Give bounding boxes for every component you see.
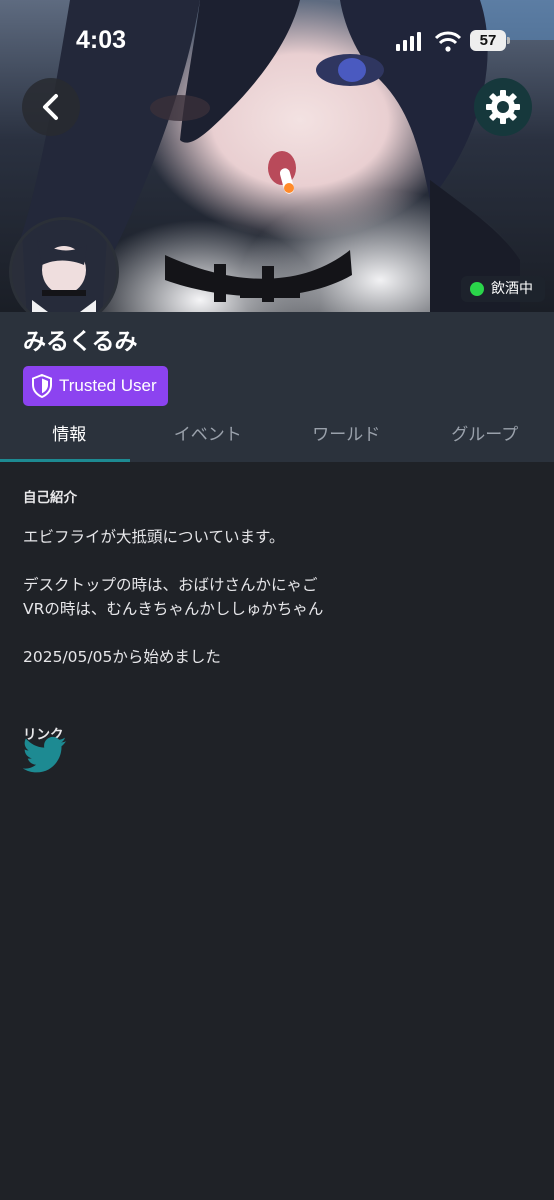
- bio-line: デスクトップの時は、おばけさんかにゃご: [23, 576, 318, 594]
- bio-line: エビフライが大抵頭についています。: [23, 528, 285, 546]
- bio-line: [23, 621, 533, 645]
- tab-groups[interactable]: グループ: [416, 416, 554, 462]
- shield-icon: [32, 374, 52, 398]
- tab-events[interactable]: イベント: [139, 416, 278, 462]
- tab-worlds[interactable]: ワールド: [277, 416, 416, 462]
- gear-icon: [486, 90, 520, 124]
- battery-cap: [507, 37, 510, 44]
- links-title: リンク: [23, 727, 64, 743]
- bio-title: 自己紹介: [23, 490, 77, 506]
- profile-tabs: 情報 イベント ワールド グループ: [0, 416, 554, 462]
- settings-button[interactable]: [474, 78, 532, 136]
- back-button[interactable]: [22, 78, 80, 136]
- avatar[interactable]: [9, 217, 119, 327]
- chevron-left-icon: [43, 94, 58, 120]
- tab-info[interactable]: 情報: [0, 416, 139, 462]
- user-status-text: 飲酒中: [491, 281, 533, 297]
- trust-rank-badge: Trusted User: [23, 366, 168, 406]
- signal-wifi-icon: [396, 31, 462, 52]
- battery-indicator: 57: [470, 30, 506, 51]
- profile-header: みるくるみ Trusted User 情報 イベント ワールド グループ: [0, 312, 554, 462]
- status-time: 4:03: [76, 26, 127, 54]
- system-status-bar: 4:03 57: [0, 0, 554, 80]
- avatar-image: [22, 220, 107, 324]
- bio-line: VRの時は、むんきちゃんかししゅかちゃん: [23, 600, 324, 618]
- user-status-pill: 飲酒中: [461, 276, 545, 302]
- bio-line: 2025/05/05から始めました: [23, 648, 221, 666]
- bio-line: [23, 549, 533, 573]
- status-dot-icon: [470, 282, 484, 296]
- bio-text: エビフライが大抵頭についています。 デスクトップの時は、おばけさんかにゃご VR…: [23, 525, 533, 669]
- info-panel: 自己紹介 エビフライが大抵頭についています。 デスクトップの時は、おばけさんかに…: [23, 486, 533, 743]
- trust-rank-label: Trusted User: [59, 376, 157, 395]
- twitter-icon[interactable]: [23, 736, 67, 774]
- display-name: みるくるみ: [23, 329, 138, 355]
